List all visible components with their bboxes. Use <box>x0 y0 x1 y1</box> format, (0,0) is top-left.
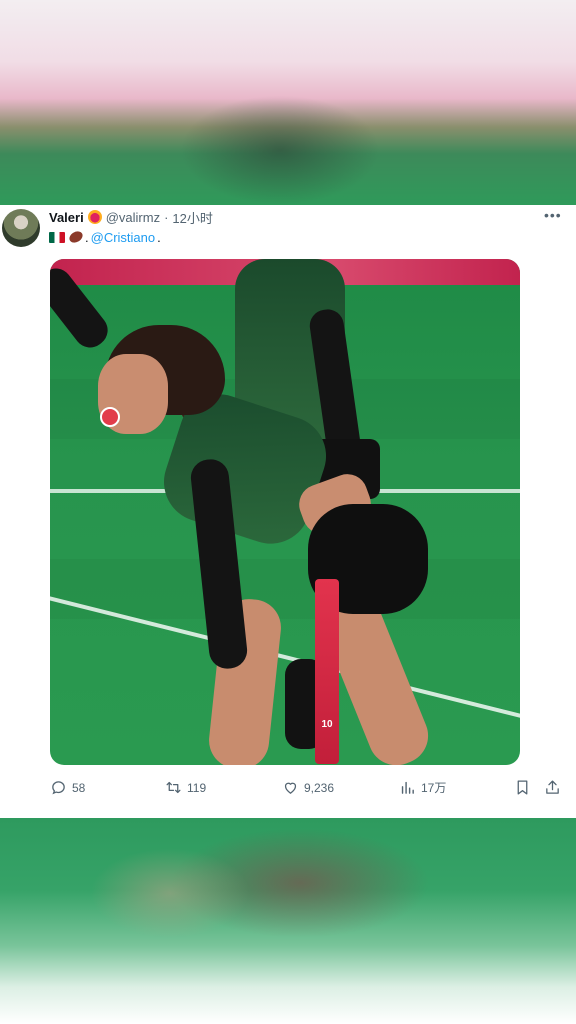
reply-button[interactable]: 58 <box>50 779 85 796</box>
bookmark-button[interactable] <box>514 779 531 796</box>
share-button[interactable] <box>544 779 561 796</box>
tweet-card[interactable]: Valeri @valirmz · 12小时 ••• . @Cristiano … <box>0 205 576 818</box>
blurred-background-bottom <box>0 818 576 1024</box>
heart-emoji-icon <box>87 210 102 224</box>
tweet-actions: 58 119 9,236 17万 <box>0 777 576 801</box>
mouthguard <box>100 407 120 427</box>
mexico-flag-icon <box>49 231 65 243</box>
tweet-media-image[interactable]: 10 <box>50 259 520 765</box>
tweet-text: . @Cristiano . <box>49 227 161 247</box>
tweet-text-separator: . <box>85 229 89 245</box>
blurred-background-top <box>0 0 576 205</box>
tweet-header: Valeri @valirmz · 12小时 <box>49 207 213 227</box>
flag-belt <box>315 579 339 764</box>
reply-icon <box>52 781 65 795</box>
avatar[interactable] <box>2 209 40 247</box>
views-icon <box>401 781 414 794</box>
retweet-icon <box>166 781 181 794</box>
retweet-button[interactable]: 119 <box>165 779 206 796</box>
header-separator: · <box>164 209 169 225</box>
like-button[interactable]: 9,236 <box>282 779 334 796</box>
mention-link[interactable]: @Cristiano <box>91 230 156 245</box>
tweet-text-suffix: . <box>157 229 161 245</box>
flag-number: 10 <box>321 719 333 730</box>
like-icon <box>284 782 297 794</box>
bookmark-icon <box>517 780 528 795</box>
share-icon <box>546 780 559 794</box>
reply-count: 58 <box>72 780 86 795</box>
like-count: 9,236 <box>304 780 335 795</box>
retweet-count: 119 <box>187 780 207 795</box>
user-handle[interactable]: @valirmz <box>106 210 160 225</box>
views-count: 17万 <box>421 781 447 795</box>
more-icon[interactable]: ••• <box>544 207 562 223</box>
views-button[interactable]: 17万 <box>399 779 446 796</box>
display-name[interactable]: Valeri <box>49 210 84 225</box>
tweet-time[interactable]: 12小时 <box>172 208 212 227</box>
field-stripe <box>50 559 520 619</box>
football-icon <box>67 229 85 245</box>
